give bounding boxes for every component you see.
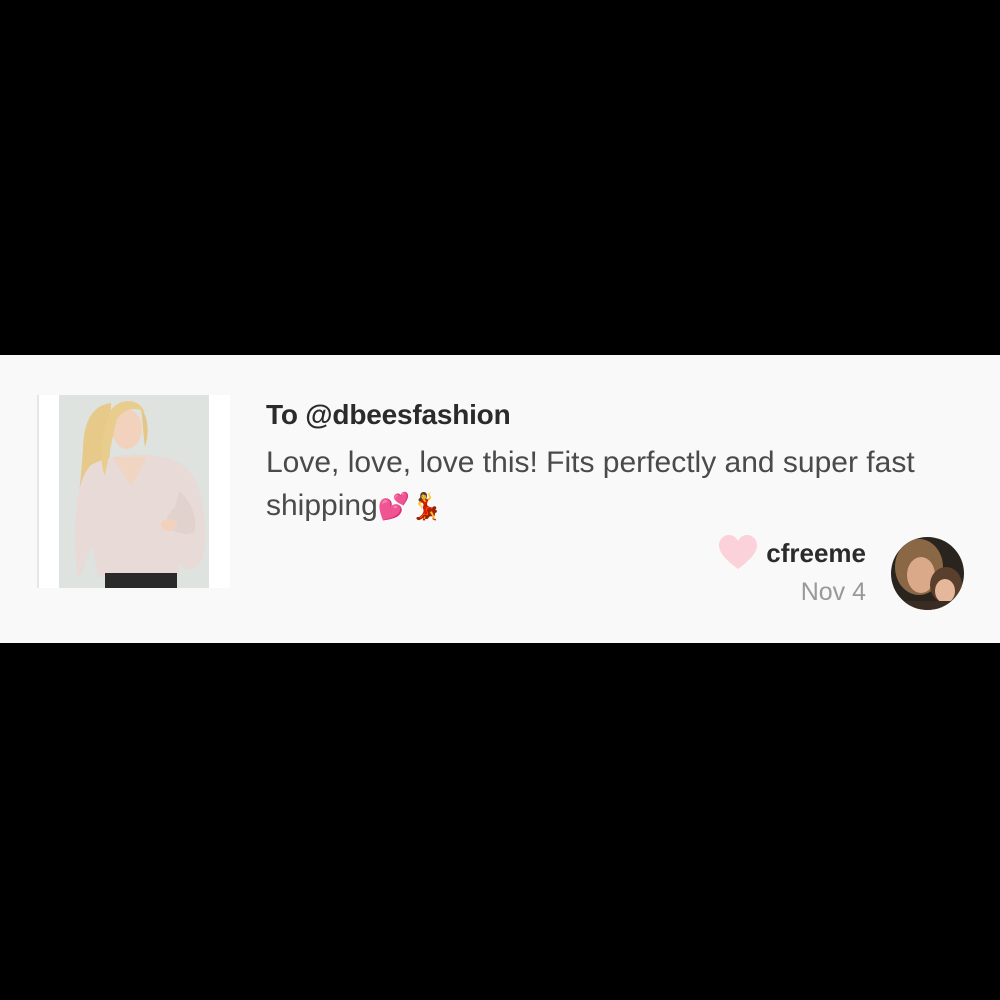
user-avatar[interactable]	[891, 537, 964, 610]
review-text-content: Love, love, love this! Fits perfectly an…	[266, 446, 915, 522]
author-row: cfreeme	[718, 535, 866, 571]
emoji-hearts-dancer: 💕💃	[377, 491, 443, 521]
author-username[interactable]: cfreeme	[766, 535, 866, 571]
screen: To @dbeesfashion Love, love, love this! …	[0, 0, 1000, 1000]
review-text: Love, love, love this! Fits perfectly an…	[266, 441, 946, 527]
product-image	[59, 395, 209, 588]
review-recipient[interactable]: To @dbeesfashion	[266, 397, 956, 433]
review-meta: cfreeme Nov 4	[718, 535, 866, 609]
review-card[interactable]: To @dbeesfashion Love, love, love this! …	[0, 355, 1000, 643]
review-date: Nov 4	[800, 578, 866, 606]
product-photo[interactable]	[37, 395, 230, 588]
heart-icon[interactable]	[718, 535, 758, 571]
review-body: To @dbeesfashion Love, love, love this! …	[266, 397, 956, 527]
avatar-photo	[891, 537, 964, 610]
